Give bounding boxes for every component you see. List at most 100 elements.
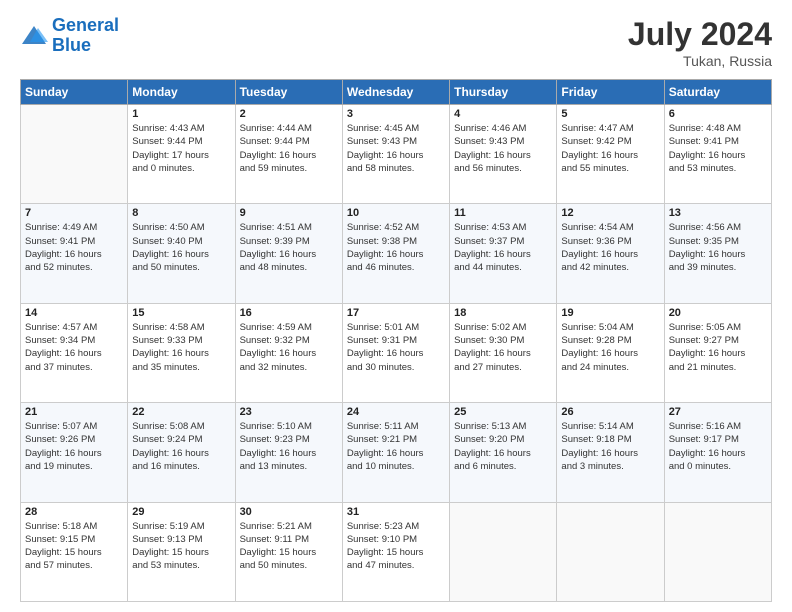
- day-number: 13: [669, 207, 767, 219]
- location: Tukan, Russia: [628, 53, 772, 69]
- day-cell: 7Sunrise: 4:49 AM Sunset: 9:41 PM Daylig…: [21, 204, 128, 303]
- calendar-header: SundayMondayTuesdayWednesdayThursdayFrid…: [21, 80, 772, 105]
- col-header-sunday: Sunday: [21, 80, 128, 105]
- day-number: 7: [25, 207, 123, 219]
- day-number: 9: [240, 207, 338, 219]
- day-cell: [557, 502, 664, 601]
- day-number: 28: [25, 506, 123, 518]
- day-cell: 17Sunrise: 5:01 AM Sunset: 9:31 PM Dayli…: [342, 303, 449, 402]
- day-cell: 8 Sunrise: 4:50 AM Sunset: 9:40 PM Daylig…: [128, 204, 235, 303]
- day-cell: 2Sunrise: 4:44 AM Sunset: 9:44 PM Daylig…: [235, 105, 342, 204]
- day-info: Sunrise: 5:08 AM Sunset: 9:24 PM Dayligh…: [132, 420, 230, 473]
- day-number: 20: [669, 307, 767, 319]
- day-number: 15: [132, 307, 230, 319]
- week-row-3: 14 Sunrise: 4:57 AM Sunset: 9:34 PM Dayli…: [21, 303, 772, 402]
- day-cell: 29Sunrise: 5:19 AM Sunset: 9:13 PM Dayli…: [128, 502, 235, 601]
- day-info: Sunrise: 4:57 AM Sunset: 9:34 PM Dayligh…: [25, 321, 123, 374]
- day-info: Sunrise: 4:47 AM Sunset: 9:42 PM Dayligh…: [561, 122, 659, 175]
- day-cell: 10Sunrise: 4:52 AM Sunset: 9:38 PM Dayli…: [342, 204, 449, 303]
- day-number: 19: [561, 307, 659, 319]
- week-row-5: 28 Sunrise: 5:18 AM Sunset: 9:15 PM Dayli…: [21, 502, 772, 601]
- day-cell: 3 Sunrise: 4:45 AM Sunset: 9:43 PM Daylig…: [342, 105, 449, 204]
- day-number: 30: [240, 506, 338, 518]
- day-cell: 28 Sunrise: 5:18 AM Sunset: 9:15 PM Dayli…: [21, 502, 128, 601]
- col-header-wednesday: Wednesday: [342, 80, 449, 105]
- day-cell: 15 Sunrise: 4:58 AM Sunset: 9:33 PM Dayli…: [128, 303, 235, 402]
- day-info: Sunrise: 5:23 AM Sunset: 9:10 PM Dayligh…: [347, 520, 445, 573]
- day-number: 24: [347, 406, 445, 418]
- day-number: 14: [25, 307, 123, 319]
- day-info: Sunrise: 5:02 AM Sunset: 9:30 PM Dayligh…: [454, 321, 552, 374]
- day-info: Sunrise: 4:44 AM Sunset: 9:44 PM Dayligh…: [240, 122, 338, 175]
- day-number: 18: [454, 307, 552, 319]
- day-info: Sunrise: 5:19 AM Sunset: 9:13 PM Dayligh…: [132, 520, 230, 573]
- title-block: July 2024 Tukan, Russia: [628, 16, 772, 69]
- day-info: Sunrise: 4:54 AM Sunset: 9:36 PM Dayligh…: [561, 221, 659, 274]
- day-number: 6: [669, 108, 767, 120]
- day-cell: [450, 502, 557, 601]
- day-info: Sunrise: 4:46 AM Sunset: 9:43 PM Dayligh…: [454, 122, 552, 175]
- day-number: 5: [561, 108, 659, 120]
- day-cell: 20Sunrise: 5:05 AM Sunset: 9:27 PM Dayli…: [664, 303, 771, 402]
- day-number: 8: [132, 207, 230, 219]
- day-cell: 31Sunrise: 5:23 AM Sunset: 9:10 PM Dayli…: [342, 502, 449, 601]
- logo-icon: [20, 22, 48, 50]
- day-info: Sunrise: 4:52 AM Sunset: 9:38 PM Dayligh…: [347, 221, 445, 274]
- day-info: Sunrise: 4:56 AM Sunset: 9:35 PM Dayligh…: [669, 221, 767, 274]
- logo-general: General: [52, 15, 119, 35]
- col-header-friday: Friday: [557, 80, 664, 105]
- day-number: 26: [561, 406, 659, 418]
- day-number: 12: [561, 207, 659, 219]
- page: General Blue July 2024 Tukan, Russia Sun…: [0, 0, 792, 612]
- day-cell: 30 Sunrise: 5:21 AM Sunset: 9:11 PM Dayli…: [235, 502, 342, 601]
- week-row-4: 21 Sunrise: 5:07 AM Sunset: 9:26 PM Dayli…: [21, 403, 772, 502]
- day-info: Sunrise: 5:07 AM Sunset: 9:26 PM Dayligh…: [25, 420, 123, 473]
- col-header-thursday: Thursday: [450, 80, 557, 105]
- day-cell: 11 Sunrise: 4:53 AM Sunset: 9:37 PM Dayli…: [450, 204, 557, 303]
- col-header-monday: Monday: [128, 80, 235, 105]
- day-info: Sunrise: 5:01 AM Sunset: 9:31 PM Dayligh…: [347, 321, 445, 374]
- day-cell: [21, 105, 128, 204]
- day-cell: 25 Sunrise: 5:13 AM Sunset: 9:20 PM Dayli…: [450, 403, 557, 502]
- day-info: Sunrise: 4:50 AM Sunset: 9:40 PM Dayligh…: [132, 221, 230, 274]
- day-number: 3: [347, 108, 445, 120]
- day-number: 11: [454, 207, 552, 219]
- day-number: 21: [25, 406, 123, 418]
- day-cell: 16 Sunrise: 4:59 AM Sunset: 9:32 PM Dayli…: [235, 303, 342, 402]
- header-row: SundayMondayTuesdayWednesdayThursdayFrid…: [21, 80, 772, 105]
- day-info: Sunrise: 5:18 AM Sunset: 9:15 PM Dayligh…: [25, 520, 123, 573]
- day-info: Sunrise: 5:14 AM Sunset: 9:18 PM Dayligh…: [561, 420, 659, 473]
- day-info: Sunrise: 5:21 AM Sunset: 9:11 PM Dayligh…: [240, 520, 338, 573]
- header: General Blue July 2024 Tukan, Russia: [20, 16, 772, 69]
- day-cell: 13 Sunrise: 4:56 AM Sunset: 9:35 PM Dayli…: [664, 204, 771, 303]
- day-number: 25: [454, 406, 552, 418]
- day-info: Sunrise: 4:48 AM Sunset: 9:41 PM Dayligh…: [669, 122, 767, 175]
- day-cell: 5 Sunrise: 4:47 AM Sunset: 9:42 PM Daylig…: [557, 105, 664, 204]
- day-cell: 21 Sunrise: 5:07 AM Sunset: 9:26 PM Dayli…: [21, 403, 128, 502]
- day-info: Sunrise: 4:45 AM Sunset: 9:43 PM Dayligh…: [347, 122, 445, 175]
- day-cell: 19 Sunrise: 5:04 AM Sunset: 9:28 PM Dayli…: [557, 303, 664, 402]
- day-cell: 6 Sunrise: 4:48 AM Sunset: 9:41 PM Daylig…: [664, 105, 771, 204]
- day-cell: [664, 502, 771, 601]
- day-info: Sunrise: 4:58 AM Sunset: 9:33 PM Dayligh…: [132, 321, 230, 374]
- day-info: Sunrise: 4:53 AM Sunset: 9:37 PM Dayligh…: [454, 221, 552, 274]
- calendar-table: SundayMondayTuesdayWednesdayThursdayFrid…: [20, 79, 772, 602]
- week-row-1: 1Sunrise: 4:43 AM Sunset: 9:44 PM Daylig…: [21, 105, 772, 204]
- day-cell: 27Sunrise: 5:16 AM Sunset: 9:17 PM Dayli…: [664, 403, 771, 502]
- day-info: Sunrise: 4:59 AM Sunset: 9:32 PM Dayligh…: [240, 321, 338, 374]
- day-info: Sunrise: 5:04 AM Sunset: 9:28 PM Dayligh…: [561, 321, 659, 374]
- day-cell: 12 Sunrise: 4:54 AM Sunset: 9:36 PM Dayli…: [557, 204, 664, 303]
- day-info: Sunrise: 5:11 AM Sunset: 9:21 PM Dayligh…: [347, 420, 445, 473]
- day-number: 16: [240, 307, 338, 319]
- day-cell: 23Sunrise: 5:10 AM Sunset: 9:23 PM Dayli…: [235, 403, 342, 502]
- day-info: Sunrise: 5:13 AM Sunset: 9:20 PM Dayligh…: [454, 420, 552, 473]
- logo-text: General Blue: [52, 16, 119, 56]
- day-cell: 18 Sunrise: 5:02 AM Sunset: 9:30 PM Dayli…: [450, 303, 557, 402]
- day-number: 4: [454, 108, 552, 120]
- logo: General Blue: [20, 16, 119, 56]
- day-cell: 14 Sunrise: 4:57 AM Sunset: 9:34 PM Dayli…: [21, 303, 128, 402]
- day-number: 22: [132, 406, 230, 418]
- week-row-2: 7Sunrise: 4:49 AM Sunset: 9:41 PM Daylig…: [21, 204, 772, 303]
- day-cell: 22 Sunrise: 5:08 AM Sunset: 9:24 PM Dayli…: [128, 403, 235, 502]
- day-info: Sunrise: 5:16 AM Sunset: 9:17 PM Dayligh…: [669, 420, 767, 473]
